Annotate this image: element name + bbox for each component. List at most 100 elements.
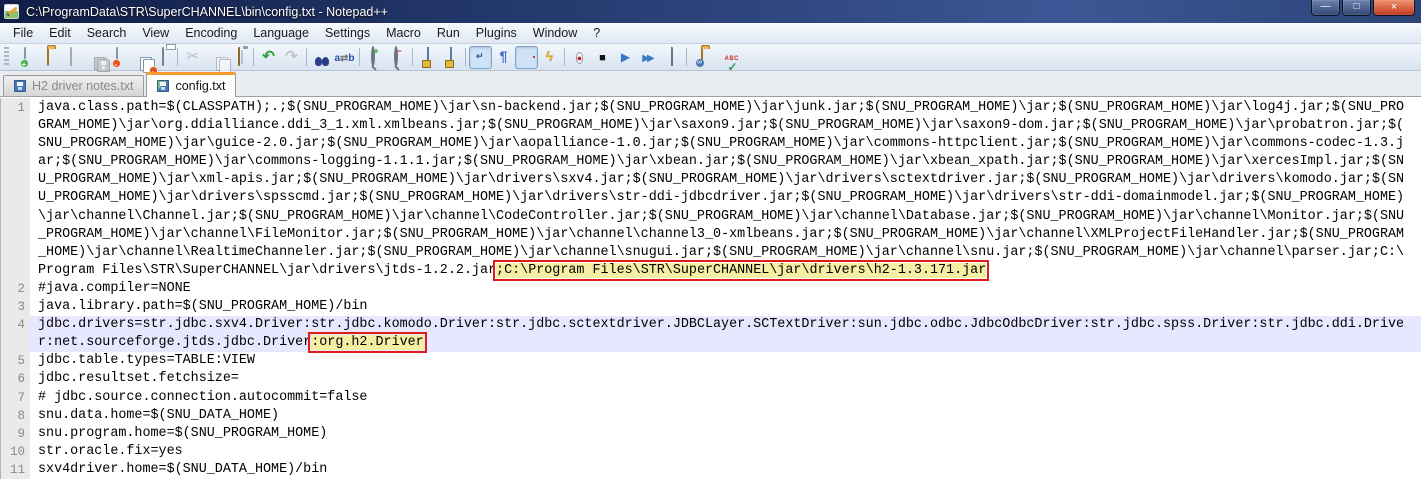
menu-item-edit[interactable]: Edit xyxy=(41,23,79,43)
code-area[interactable]: java.class.path=$(CLASSPATH);.;$(SNU_PRO… xyxy=(30,98,1421,479)
start-recording-icon: ● xyxy=(576,48,583,66)
open-icon xyxy=(47,48,49,66)
text-row[interactable]: snu.program.home=$(SNU_PROGRAM_HOME) xyxy=(30,425,1421,443)
cut-button[interactable]: ✂ xyxy=(181,46,204,69)
save-all-button[interactable] xyxy=(82,46,105,69)
zoom-in-icon: + xyxy=(374,48,375,66)
text-row-current-line[interactable]: r:net.sourceforge.jtds.jdbc.Driver:org.h… xyxy=(30,334,1421,352)
text-row-current-line[interactable]: jdbc.drivers=str.jdbc.sxv4.Driver:str.jd… xyxy=(30,316,1421,334)
find-button[interactable] xyxy=(310,46,333,69)
menu-item-settings[interactable]: Settings xyxy=(317,23,378,43)
text-row[interactable]: \jar\channel\Channel.jar;$(SNU_PROGRAM_H… xyxy=(30,208,1421,226)
open-button[interactable] xyxy=(36,46,59,69)
line-number-blank xyxy=(1,189,25,207)
function-completion-button[interactable]: ϟ xyxy=(538,46,561,69)
menu-item-macro[interactable]: Macro xyxy=(378,23,429,43)
start-recording-button[interactable]: ● xyxy=(568,46,591,69)
print-icon xyxy=(162,48,164,66)
print-button[interactable] xyxy=(151,46,174,69)
text-row[interactable]: _HOME)\jar\channel\RealtimeChanneler.jar… xyxy=(30,244,1421,262)
menu-item-file[interactable]: File xyxy=(5,23,41,43)
text-segment: SNU_PROGRAM_HOME)\jar\guice-2.0.jar;$(SN… xyxy=(38,136,1404,151)
maximize-button[interactable]: □ xyxy=(1342,0,1371,16)
text-row[interactable]: snu.data.home=$(SNU_DATA_HOME) xyxy=(30,407,1421,425)
run-macro-multiple-times-button[interactable]: ▶▶ xyxy=(637,46,660,69)
save-button[interactable] xyxy=(59,46,82,69)
spell-check-button[interactable] xyxy=(713,46,736,69)
text-row[interactable]: ar;$(SNU_PROGRAM_HOME)\jar\commons-loggi… xyxy=(30,153,1421,171)
toolbar-separator xyxy=(177,48,178,66)
toolbar-separator xyxy=(412,48,413,66)
text-row[interactable]: str.oracle.fix=yes xyxy=(30,443,1421,461)
title-bar[interactable]: C:\ProgramData\STR\SuperCHANNEL\bin\conf… xyxy=(0,0,1421,23)
text-row[interactable]: jdbc.table.types=TABLE:VIEW xyxy=(30,352,1421,370)
playback-macro-button[interactable]: ▶ xyxy=(614,46,637,69)
text-segment: U_PROGRAM_HOME)\jar\xml-apis.jar;$(SNU_P… xyxy=(38,172,1404,187)
saved-file-icon xyxy=(157,80,169,92)
function-completion-icon: ϟ xyxy=(546,48,553,66)
sync-horizontal-scroll-button[interactable] xyxy=(439,46,462,69)
menu-item-view[interactable]: View xyxy=(134,23,177,43)
zoom-out-button[interactable]: − xyxy=(386,46,409,69)
open-in-explorer-button[interactable]: ∞ xyxy=(690,46,713,69)
paste-button[interactable] xyxy=(227,46,250,69)
menu-item-language[interactable]: Language xyxy=(245,23,317,43)
menu-item-window[interactable]: Window xyxy=(525,23,585,43)
text-row[interactable]: Program Files\STR\SuperCHANNEL\jar\drive… xyxy=(30,262,1421,280)
paste-icon xyxy=(238,48,240,66)
line-number: 1 xyxy=(1,99,25,117)
save-recorded-macro-button[interactable] xyxy=(660,46,683,69)
text-row[interactable]: jdbc.resultset.fetchsize= xyxy=(30,370,1421,388)
stop-recording-button[interactable]: ■ xyxy=(591,46,614,69)
text-row[interactable]: sxv4driver.home=$(SNU_DATA_HOME)/bin xyxy=(30,461,1421,479)
text-row[interactable]: GRAM_HOME)\jar\org.ddialliance.ddi_3_1.x… xyxy=(30,117,1421,135)
toolbar-grip[interactable] xyxy=(4,47,9,67)
text-row[interactable]: java.class.path=$(CLASSPATH);.;$(SNU_PRO… xyxy=(30,99,1421,117)
show-all-characters-button[interactable]: ¶ xyxy=(492,46,515,69)
text-row[interactable]: SNU_PROGRAM_HOME)\jar\guice-2.0.jar;$(SN… xyxy=(30,135,1421,153)
close-all-button[interactable]: - xyxy=(128,46,151,69)
text-row[interactable]: U_PROGRAM_HOME)\jar\xml-apis.jar;$(SNU_P… xyxy=(30,171,1421,189)
text-row[interactable]: # jdbc.source.connection.autocommit=fals… xyxy=(30,389,1421,407)
tab-h2-driver-notes-txt[interactable]: H2 driver notes.txt xyxy=(3,75,144,96)
run-macro-multiple-times-icon: ▶▶ xyxy=(642,48,654,66)
stop-recording-icon: ■ xyxy=(599,48,606,66)
show-indent-guide-button[interactable] xyxy=(515,46,538,69)
toolbar-separator xyxy=(306,48,307,66)
window-controls: — □ × xyxy=(1311,0,1415,16)
menu-item-help[interactable]: ? xyxy=(585,23,608,43)
menu-item-plugins[interactable]: Plugins xyxy=(468,23,525,43)
replace-button[interactable]: a⇄b xyxy=(333,46,356,69)
line-number: 4 xyxy=(1,316,25,334)
text-segment: snu.program.home=$(SNU_PROGRAM_HOME) xyxy=(38,426,327,441)
word-wrap-button[interactable] xyxy=(469,46,492,69)
menu-item-search[interactable]: Search xyxy=(79,23,135,43)
text-row[interactable]: U_PROGRAM_HOME)\jar\drivers\spsscmd.jar;… xyxy=(30,189,1421,207)
copy-button[interactable] xyxy=(204,46,227,69)
close-button[interactable]: - xyxy=(105,46,128,69)
text-row[interactable]: #java.compiler=NONE xyxy=(30,280,1421,298)
menu-item-encoding[interactable]: Encoding xyxy=(177,23,245,43)
text-row[interactable]: _PROGRAM_HOME)\jar\channel\FileMonitor.j… xyxy=(30,226,1421,244)
close-icon: - xyxy=(116,48,118,66)
line-number-blank xyxy=(1,334,25,352)
tab-config-txt[interactable]: config.txt xyxy=(146,72,236,97)
text-editor[interactable]: 1234567891011 java.class.path=$(CLASSPAT… xyxy=(0,97,1421,479)
line-number-blank xyxy=(1,135,25,153)
line-number: 10 xyxy=(1,443,25,461)
line-number: 2 xyxy=(1,280,25,298)
minimize-button[interactable]: — xyxy=(1311,0,1340,16)
window-title: C:\ProgramData\STR\SuperCHANNEL\bin\conf… xyxy=(26,5,388,19)
menu-item-run[interactable]: Run xyxy=(429,23,468,43)
new-file-button[interactable]: + xyxy=(13,46,36,69)
text-segment: jdbc.drivers=str.jdbc.sxv4.Driver:str.jd… xyxy=(38,317,1404,332)
sync-vertical-scroll-button[interactable] xyxy=(416,46,439,69)
zoom-in-button[interactable]: + xyxy=(363,46,386,69)
close-button[interactable]: × xyxy=(1373,0,1415,16)
undo-button[interactable]: ↶ xyxy=(257,46,280,69)
redo-button[interactable]: ↷ xyxy=(280,46,303,69)
line-number: 5 xyxy=(1,352,25,370)
line-number: 9 xyxy=(1,425,25,443)
text-row[interactable]: java.library.path=$(SNU_PROGRAM_HOME)/bi… xyxy=(30,298,1421,316)
line-number-blank xyxy=(1,226,25,244)
